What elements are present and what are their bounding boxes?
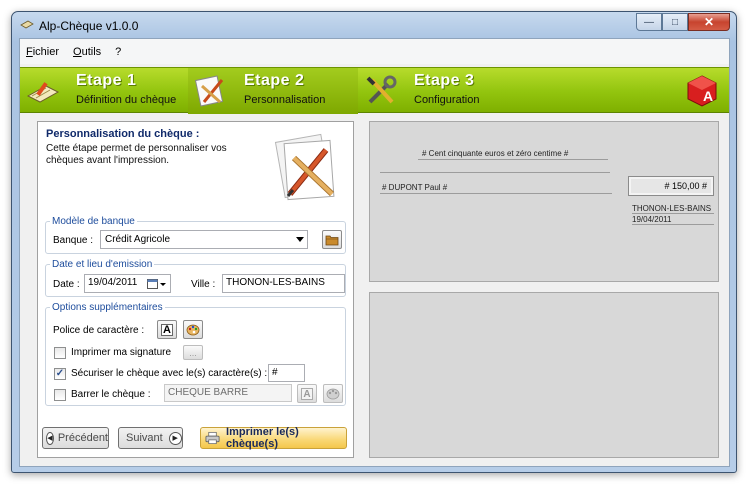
options-legend: Options supplémentaires (52, 302, 163, 313)
bank-select-value: Crédit Agricole (105, 234, 171, 245)
app-logo: A (687, 75, 717, 107)
title-bar[interactable]: Alp-Chèque v1.0.0 — □ ✕ (12, 12, 736, 38)
minimize-button[interactable]: — (636, 13, 662, 31)
print-button[interactable]: Imprimer le(s) chèque(s) (200, 426, 347, 450)
signature-checkbox[interactable] (54, 347, 66, 359)
cross-color-button[interactable] (323, 384, 343, 403)
secure-checkbox[interactable]: ✓ (54, 368, 66, 380)
previous-button[interactable]: ◀ Précédent (42, 427, 109, 449)
steps-banner: Etape 1 Définition du chèque Etape 2 Per… (20, 67, 729, 114)
step-1[interactable]: Etape 1 Définition du chèque (20, 68, 188, 114)
arrow-left-icon: ◀ (46, 431, 54, 445)
panel-title: Personnalisation du chèque : (46, 128, 200, 140)
date-label: Date : (53, 279, 80, 290)
preview-payee: # DUPONT Paul # (382, 183, 448, 192)
bank-select[interactable]: Crédit Agricole (100, 230, 308, 249)
city-input[interactable]: THONON-LES-BAINS (222, 274, 345, 293)
secondary-preview (369, 292, 719, 458)
customize-icon (194, 75, 224, 107)
app-window: Alp-Chèque v1.0.0 — □ ✕ Fichier Outils ?… (11, 11, 737, 473)
date-value: 19/04/2011 (88, 277, 138, 288)
secure-char-input[interactable]: # (268, 364, 305, 382)
city-value: THONON-LES-BAINS (226, 277, 325, 288)
panel-description: Cette étape permet de personnaliser vos … (46, 143, 227, 166)
secure-label: Sécuriser le chèque avec le(s) caractère… (71, 368, 268, 379)
step-3[interactable]: Etape 3 Configuration (358, 68, 538, 114)
cross-text-input[interactable]: CHEQUE BARRE (164, 384, 292, 402)
step-2-title: Etape 2 (244, 72, 305, 89)
svg-text:A: A (703, 88, 713, 104)
secure-char-value: # (272, 367, 278, 378)
city-label: Ville : (191, 279, 216, 290)
print-label: Imprimer le(s) chèque(s) (226, 426, 299, 450)
bank-legend: Modèle de banque (52, 216, 135, 227)
preview-amount-words: # Cent cinquante euros et zéro centime # (422, 149, 569, 158)
palette-icon (186, 324, 200, 335)
client-area: Fichier Outils ? Etape 1 Définition du c… (19, 38, 730, 467)
cheque-preview: # Cent cinquante euros et zéro centime #… (369, 121, 719, 282)
step-2[interactable]: Etape 2 Personnalisation (188, 68, 358, 114)
tools-icon (366, 75, 397, 104)
app-icon (20, 20, 34, 29)
palette-disabled-icon (326, 388, 340, 399)
menu-help[interactable]: ? (115, 46, 121, 58)
open-bank-button[interactable] (322, 230, 342, 249)
color-button[interactable] (183, 320, 203, 339)
step-1-subtitle: Définition du chèque (76, 94, 177, 106)
checkmark-icon: ✓ (55, 368, 65, 379)
preview-amount-box: # 150,00 # (628, 176, 714, 196)
close-button[interactable]: ✕ (688, 13, 730, 31)
date-line (632, 224, 714, 225)
amount-words-line-1 (418, 159, 608, 160)
bank-label: Banque : (53, 235, 94, 246)
customize-large-icon (274, 133, 335, 201)
arrow-right-icon: ▶ (168, 431, 182, 445)
preview-date: 19/04/2011 (632, 215, 672, 224)
preview-amount: # 150,00 # (664, 181, 707, 191)
cross-font-button[interactable]: A (297, 384, 317, 403)
next-button[interactable]: Suivant ▶ (118, 427, 183, 449)
window-controls: — □ ✕ (636, 13, 730, 31)
font-button[interactable]: A (157, 320, 177, 339)
printer-icon (205, 431, 220, 445)
payee-line (380, 193, 612, 194)
step-1-title: Etape 1 (76, 72, 137, 89)
menu-outils[interactable]: Outils (73, 46, 101, 58)
folder-icon (325, 235, 339, 245)
cross-text-value: CHEQUE BARRE (168, 387, 249, 398)
minimize-icon: — (644, 16, 654, 28)
date-picker[interactable]: 19/04/2011 (84, 274, 171, 293)
date-place-legend: Date et lieu d'emission (52, 259, 153, 270)
previous-label: Précédent (57, 432, 108, 444)
step-3-subtitle: Configuration (414, 94, 480, 106)
calendar-icon (147, 279, 166, 289)
signature-browse-button[interactable]: ... (183, 345, 203, 360)
signature-label: Imprimer ma signature (71, 347, 172, 358)
cross-checkbox[interactable] (54, 389, 66, 401)
window-title: Alp-Chèque v1.0.0 (39, 19, 139, 33)
chevron-down-icon (296, 237, 304, 242)
cross-label: Barrer le chèque : (71, 389, 151, 400)
menu-bar: Fichier Outils ? (20, 39, 729, 64)
step-2-subtitle: Personnalisation (244, 94, 326, 106)
maximize-icon: □ (671, 16, 679, 28)
amount-words-line-2 (380, 172, 610, 173)
ellipsis-icon: ... (189, 347, 197, 358)
font-disabled-icon: A (301, 387, 313, 400)
maximize-button[interactable]: □ (662, 13, 688, 31)
close-icon: ✕ (703, 15, 715, 29)
font-label: Police de caractère : (53, 325, 145, 336)
preview-city: THONON-LES-BAINS (632, 204, 712, 213)
next-label: Suivant (126, 432, 163, 444)
menu-fichier[interactable]: Fichier (26, 46, 59, 58)
font-icon: A (161, 323, 173, 336)
city-line (632, 213, 714, 214)
cheque-icon (26, 82, 60, 103)
customization-panel: Personnalisation du chèque : Cette étape… (37, 121, 354, 458)
step-3-title: Etape 3 (414, 72, 475, 89)
